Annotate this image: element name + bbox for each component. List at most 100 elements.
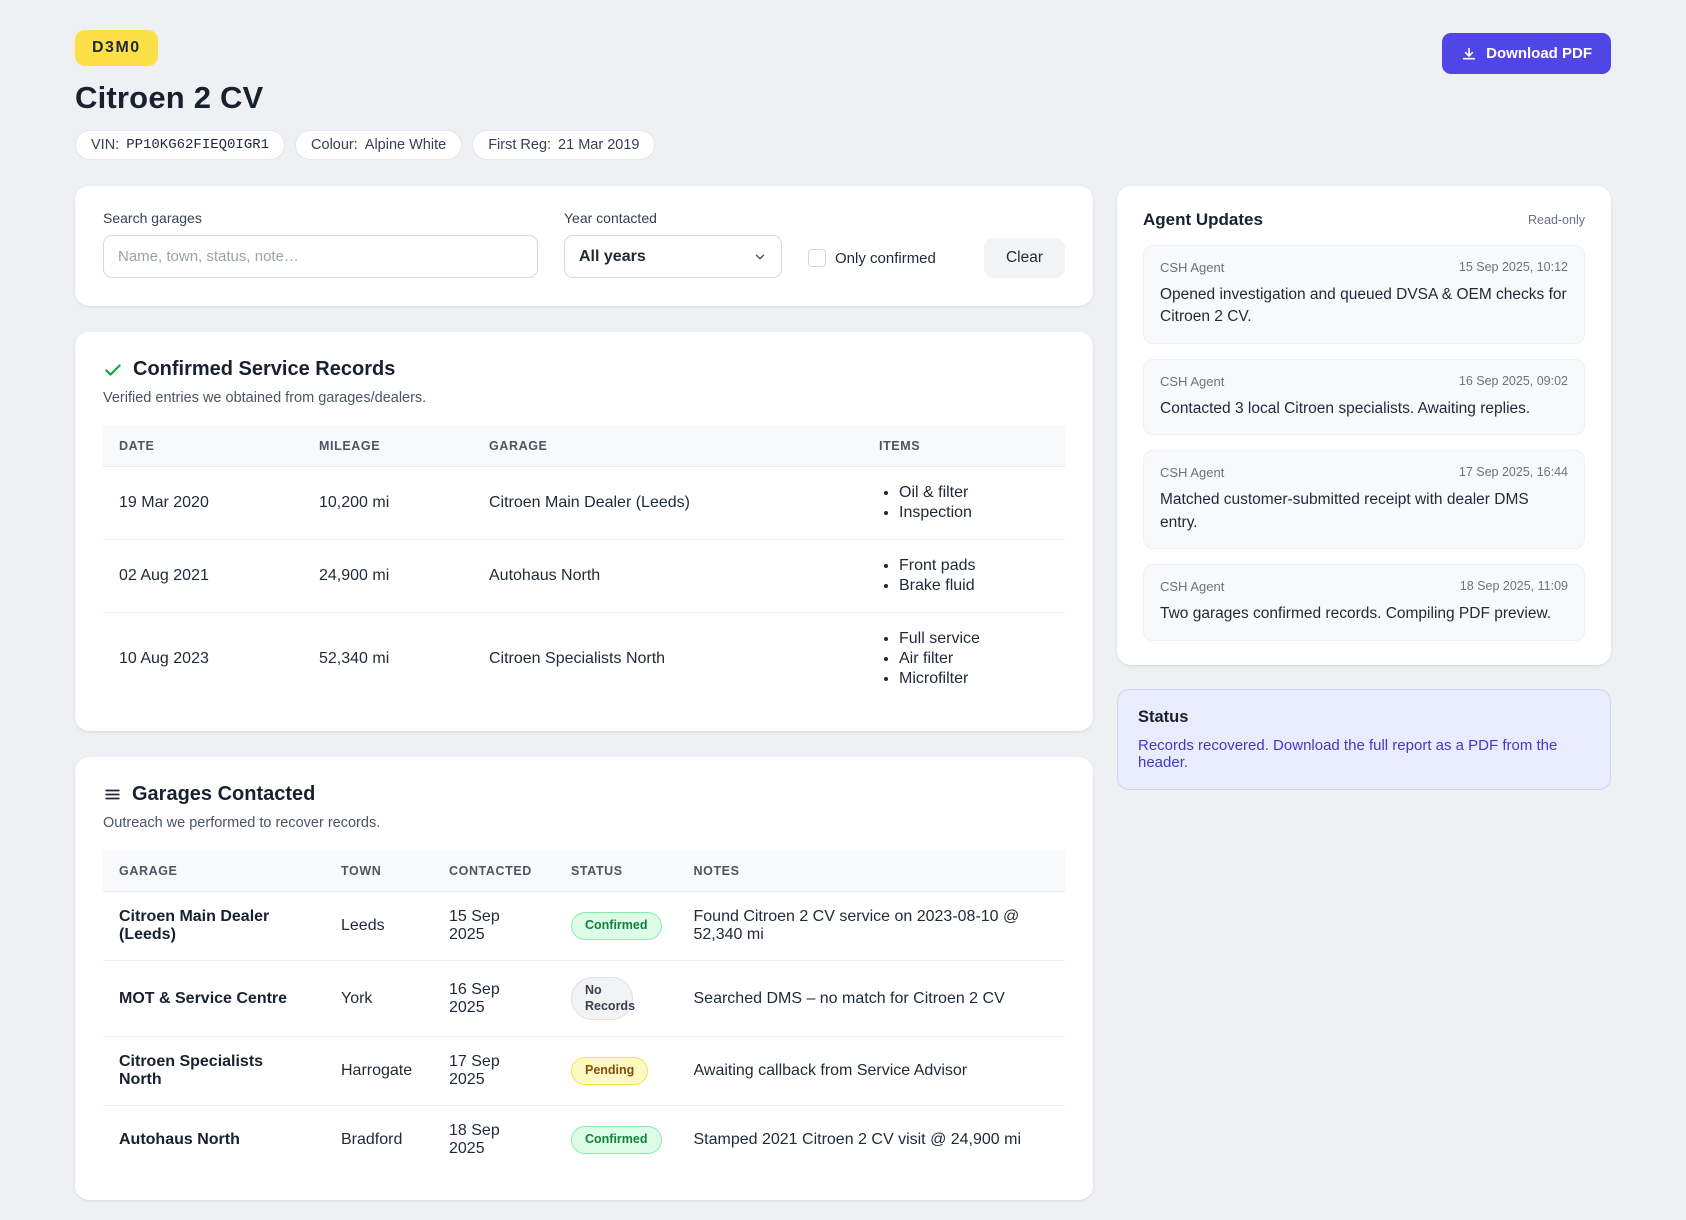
garage-notes: Found Citroen 2 CV service on 2023-08-10… xyxy=(678,892,1066,961)
status-message: Records recovered. Download the full rep… xyxy=(1138,737,1590,771)
clear-button[interactable]: Clear xyxy=(984,238,1065,278)
garages-contacted-title: Garages Contacted xyxy=(132,783,315,806)
col-town: Town xyxy=(325,851,433,892)
search-group: Search garages xyxy=(103,210,538,278)
record-item: Front pads xyxy=(899,556,1049,576)
page-title: Citroen 2 CV xyxy=(75,80,655,116)
menu-lines-icon xyxy=(103,785,122,804)
agent-update-item: CSH Agent 18 Sep 2025, 11:09 Two garages… xyxy=(1143,564,1585,640)
check-icon xyxy=(103,360,123,380)
update-timestamp: 15 Sep 2025, 10:12 xyxy=(1459,260,1568,275)
table-row: Autohaus North Bradford 18 Sep 2025 Conf… xyxy=(103,1106,1065,1175)
garage-contacted: 17 Sep 2025 xyxy=(433,1037,555,1106)
status-badge: No Records xyxy=(571,977,633,1020)
record-item: Oil & filter xyxy=(899,483,1049,503)
sidebar: Agent Updates Read-only CSH Agent 15 Sep… xyxy=(1117,186,1611,790)
update-message: Two garages confirmed records. Compiling… xyxy=(1160,603,1568,625)
col-notes: Notes xyxy=(678,851,1066,892)
filter-bar: Search garages Year contacted All years … xyxy=(75,186,1093,306)
table-row: Citroen Main Dealer (Leeds) Leeds 15 Sep… xyxy=(103,892,1065,961)
agent-updates-card: Agent Updates Read-only CSH Agent 15 Sep… xyxy=(1117,186,1611,665)
record-date: 10 Aug 2023 xyxy=(103,613,303,706)
update-author: CSH Agent xyxy=(1160,465,1224,480)
confirmed-records-card: Confirmed Service Records Verified entri… xyxy=(75,332,1093,731)
only-confirmed-label: Only confirmed xyxy=(835,250,936,267)
update-message: Opened investigation and queued DVSA & O… xyxy=(1160,284,1568,329)
col-garage: Garage xyxy=(103,851,325,892)
only-confirmed-checkbox[interactable] xyxy=(808,249,826,267)
agent-update-item: CSH Agent 15 Sep 2025, 10:12 Opened inve… xyxy=(1143,245,1585,344)
confirmed-records-table: Date Mileage Garage Items 19 Mar 2020 10… xyxy=(103,426,1065,705)
record-item: Full service xyxy=(899,629,1049,649)
garage-name: Citroen Specialists North xyxy=(103,1037,325,1106)
garage-notes: Awaiting callback from Service Advisor xyxy=(678,1037,1066,1106)
garages-contacted-card: Garages Contacted Outreach we performed … xyxy=(75,757,1093,1200)
first-reg-chip: First Reg: 21 Mar 2019 xyxy=(472,130,655,160)
update-timestamp: 18 Sep 2025, 11:09 xyxy=(1460,579,1568,594)
confirmed-records-title: Confirmed Service Records xyxy=(133,358,395,381)
record-garage: Autohaus North xyxy=(473,540,863,613)
colour-label: Colour: xyxy=(311,137,358,153)
year-group: Year contacted All years xyxy=(564,210,782,278)
update-timestamp: 17 Sep 2025, 16:44 xyxy=(1459,465,1568,480)
download-pdf-button[interactable]: Download PDF xyxy=(1442,33,1611,74)
record-mileage: 10,200 mi xyxy=(303,467,473,540)
garage-contacted: 16 Sep 2025 xyxy=(433,961,555,1037)
status-badge: Confirmed xyxy=(571,912,662,940)
garage-contacted: 18 Sep 2025 xyxy=(433,1106,555,1175)
readonly-label: Read-only xyxy=(1528,213,1585,227)
colour-value: Alpine White xyxy=(365,137,446,153)
table-row: 02 Aug 2021 24,900 mi Autohaus North Fro… xyxy=(103,540,1065,613)
update-message: Matched customer-submitted receipt with … xyxy=(1160,489,1568,534)
garage-notes: Stamped 2021 Citroen 2 CV visit @ 24,900… xyxy=(678,1106,1066,1175)
garage-town: York xyxy=(325,961,433,1037)
status-title: Status xyxy=(1138,708,1590,727)
main-column: Search garages Year contacted All years … xyxy=(75,186,1093,1220)
status-badge: Pending xyxy=(571,1057,648,1085)
search-input[interactable] xyxy=(103,235,538,278)
header-left: D3M0 Citroen 2 CV VIN: PP10KG62FIEQ0IGR1… xyxy=(75,30,655,160)
year-select-value: All years xyxy=(579,248,646,266)
agent-updates-title: Agent Updates xyxy=(1143,210,1263,230)
record-items: Front pads Brake fluid xyxy=(879,556,1049,596)
garage-town: Leeds xyxy=(325,892,433,961)
update-author: CSH Agent xyxy=(1160,374,1224,389)
record-item: Microfilter xyxy=(899,669,1049,689)
update-author: CSH Agent xyxy=(1160,260,1224,275)
garage-notes: Searched DMS – no match for Citroen 2 CV xyxy=(678,961,1066,1037)
record-mileage: 24,900 mi xyxy=(303,540,473,613)
confirmed-records-subtitle: Verified entries we obtained from garage… xyxy=(103,390,1065,406)
table-row: MOT & Service Centre York 16 Sep 2025 No… xyxy=(103,961,1065,1037)
record-item: Air filter xyxy=(899,649,1049,669)
col-status: Status xyxy=(555,851,678,892)
garage-name: MOT & Service Centre xyxy=(103,961,325,1037)
record-date: 02 Aug 2021 xyxy=(103,540,303,613)
garages-contacted-table: Garage Town Contacted Status Notes Citro… xyxy=(103,851,1065,1174)
first-reg-value: 21 Mar 2019 xyxy=(558,137,639,153)
garage-town: Harrogate xyxy=(325,1037,433,1106)
table-row: Citroen Specialists North Harrogate 17 S… xyxy=(103,1037,1065,1106)
garages-contacted-subtitle: Outreach we performed to recover records… xyxy=(103,815,1065,831)
vehicle-chips: VIN: PP10KG62FIEQ0IGR1 Colour: Alpine Wh… xyxy=(75,130,655,160)
agent-update-item: CSH Agent 17 Sep 2025, 16:44 Matched cus… xyxy=(1143,450,1585,549)
record-items: Oil & filter Inspection xyxy=(879,483,1049,523)
first-reg-label: First Reg: xyxy=(488,137,551,153)
vin-chip: VIN: PP10KG62FIEQ0IGR1 xyxy=(75,130,285,160)
record-garage: Citroen Main Dealer (Leeds) xyxy=(473,467,863,540)
update-author: CSH Agent xyxy=(1160,579,1224,594)
vin-value: PP10KG62FIEQ0IGR1 xyxy=(126,137,269,153)
only-confirmed-group: Only confirmed xyxy=(808,249,936,278)
record-items: Full service Air filter Microfilter xyxy=(879,629,1049,689)
page: D3M0 Citroen 2 CV VIN: PP10KG62FIEQ0IGR1… xyxy=(75,0,1611,1220)
col-mileage: Mileage xyxy=(303,426,473,467)
record-item: Brake fluid xyxy=(899,576,1049,596)
agent-update-item: CSH Agent 16 Sep 2025, 09:02 Contacted 3… xyxy=(1143,359,1585,435)
update-message: Contacted 3 local Citroen specialists. A… xyxy=(1160,398,1568,420)
col-contacted: Contacted xyxy=(433,851,555,892)
record-date: 19 Mar 2020 xyxy=(103,467,303,540)
table-row: 10 Aug 2023 52,340 mi Citroen Specialist… xyxy=(103,613,1065,706)
status-panel: Status Records recovered. Download the f… xyxy=(1117,689,1611,790)
col-garage: Garage xyxy=(473,426,863,467)
download-icon xyxy=(1461,46,1477,62)
year-select[interactable]: All years xyxy=(564,235,782,278)
